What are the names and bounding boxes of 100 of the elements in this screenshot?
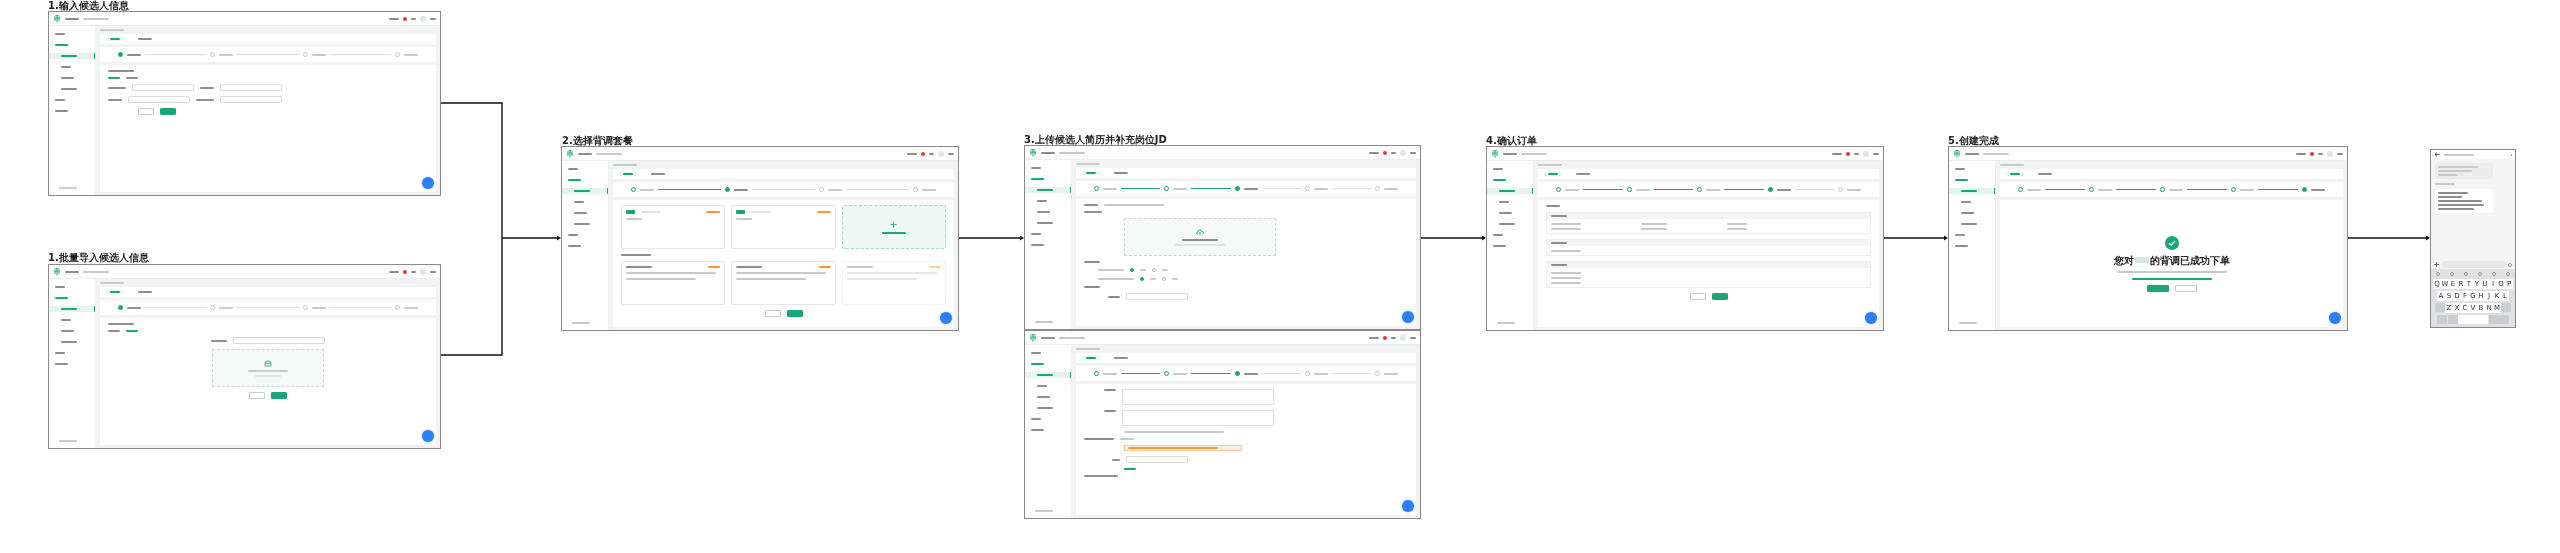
blurred-text xyxy=(2444,153,2474,156)
next-button[interactable] xyxy=(160,108,176,115)
back-button[interactable] xyxy=(138,108,154,115)
logo-icon xyxy=(1029,333,1037,342)
add-package-card[interactable] xyxy=(841,205,946,249)
blurred-text xyxy=(1521,152,1547,155)
blurred-text xyxy=(1854,152,1859,155)
notification-badge xyxy=(921,151,925,156)
frame-title: 1.输入候选人信息 xyxy=(48,0,129,11)
sidebar-item[interactable] xyxy=(1025,187,1071,193)
package-card[interactable] xyxy=(731,261,836,305)
tab[interactable] xyxy=(1082,356,1100,360)
blurred-text xyxy=(1965,152,1979,155)
input-field[interactable] xyxy=(220,96,282,103)
blurred-text xyxy=(430,270,436,273)
upload-area[interactable] xyxy=(212,349,324,387)
next-button[interactable] xyxy=(786,310,803,317)
input-field[interactable] xyxy=(220,84,282,91)
input-field[interactable] xyxy=(233,337,325,344)
blurred-text xyxy=(311,306,326,309)
blurred-text xyxy=(219,306,234,309)
inbox-icon xyxy=(264,359,272,367)
blurred-text xyxy=(2337,152,2343,155)
blurred-text xyxy=(1706,188,1720,191)
blurred-text xyxy=(907,152,917,155)
blurred-text xyxy=(411,17,416,20)
blurred-text xyxy=(1635,188,1650,191)
blurred-text xyxy=(1243,372,1258,375)
logo-icon xyxy=(1953,149,1961,158)
blurred-text xyxy=(108,98,122,101)
plus-icon xyxy=(2434,262,2439,267)
blurred-text xyxy=(1384,372,1398,375)
blurred-text xyxy=(196,98,214,101)
blurred-text xyxy=(1983,152,2009,155)
sidebar-item[interactable] xyxy=(1949,188,1995,194)
blurred-text xyxy=(200,86,214,89)
logo-icon xyxy=(53,267,61,276)
radio-button[interactable] xyxy=(1140,277,1144,281)
notification-badge xyxy=(403,269,407,274)
tab[interactable] xyxy=(619,172,637,176)
blurred-text xyxy=(1410,336,1416,339)
blurred-text xyxy=(1182,238,1218,241)
package-card[interactable] xyxy=(731,205,836,249)
sidebar-item[interactable] xyxy=(1025,372,1071,378)
blurred-text xyxy=(430,17,436,20)
sidebar-item[interactable] xyxy=(1487,188,1533,194)
blurred-text xyxy=(1391,336,1396,339)
back-arrow-icon xyxy=(2434,152,2440,157)
blurred-text xyxy=(929,152,934,155)
blurred-text xyxy=(1313,187,1328,190)
blurred-text xyxy=(219,53,234,56)
secondary-button[interactable] xyxy=(2174,284,2197,292)
blurred-text xyxy=(83,17,109,20)
back-button[interactable] xyxy=(764,310,781,317)
primary-button[interactable] xyxy=(2146,284,2169,292)
radio-button[interactable] xyxy=(1130,268,1134,272)
blurred-text xyxy=(83,270,109,273)
blurred-text xyxy=(1103,372,1117,375)
next-button[interactable] xyxy=(1711,293,1728,300)
back-button[interactable] xyxy=(1689,293,1706,300)
blurred-text xyxy=(1369,151,1379,154)
frame-title: 5.创建完成 xyxy=(1948,135,1999,146)
tab[interactable] xyxy=(2006,172,2024,176)
blurred-text xyxy=(1391,151,1396,154)
input-field[interactable] xyxy=(1126,456,1188,463)
sidebar-item[interactable] xyxy=(49,306,95,312)
tab[interactable] xyxy=(1082,171,1100,175)
blurred-text xyxy=(389,17,399,20)
notification-badge xyxy=(1383,150,1387,155)
notification-badge xyxy=(1846,151,1850,156)
sidebar-item[interactable] xyxy=(49,53,95,59)
blurred-text xyxy=(1776,188,1791,191)
blurred-text xyxy=(2311,188,2325,191)
blurred-text xyxy=(1369,336,1379,339)
package-card[interactable] xyxy=(621,261,726,305)
input-field[interactable] xyxy=(1126,293,1188,300)
tab[interactable] xyxy=(106,37,124,41)
logo-icon xyxy=(1491,149,1499,158)
blurred-text xyxy=(640,188,654,191)
frame-title: 1.批量导入候选人信息 xyxy=(48,252,149,263)
sidebar-item[interactable] xyxy=(562,188,608,194)
arrow xyxy=(958,235,1024,241)
blurred-text xyxy=(828,188,842,191)
blurred-text xyxy=(1565,188,1579,191)
tab[interactable] xyxy=(106,290,124,294)
input-field[interactable] xyxy=(132,84,194,91)
blurred-text xyxy=(2318,152,2323,155)
input-field[interactable] xyxy=(128,96,190,103)
frame-title: 4.确认订单 xyxy=(1486,135,1537,146)
blurred-text xyxy=(948,152,954,155)
back-button[interactable] xyxy=(249,392,265,399)
blurred-text xyxy=(1173,187,1188,190)
next-button[interactable] xyxy=(271,392,287,399)
tab[interactable] xyxy=(1544,172,1562,176)
blurred-text xyxy=(127,306,141,309)
blurred-text xyxy=(211,339,227,342)
blurred-text xyxy=(1059,151,1085,154)
blurred-text xyxy=(1103,187,1117,190)
tag xyxy=(736,210,746,214)
package-card[interactable] xyxy=(621,205,726,249)
